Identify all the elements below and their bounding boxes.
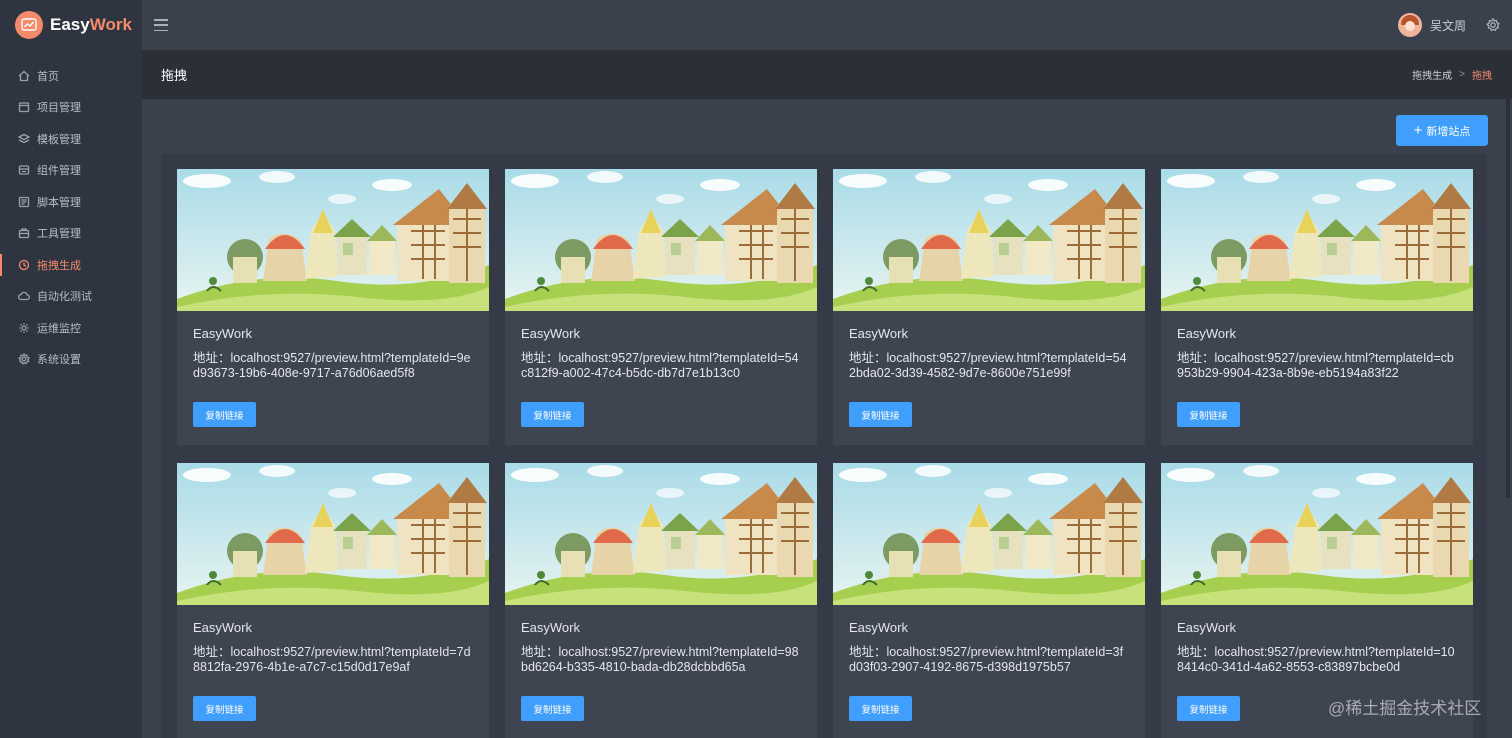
- sidebar-item-label: 模板管理: [37, 133, 81, 146]
- page-titlebar: 拖拽 拖拽生成 > 拖拽: [142, 50, 1512, 99]
- sidebar-item-label: 自动化测试: [37, 291, 92, 304]
- cartoon-houses-thumbnail: [505, 463, 817, 605]
- card-title: EasyWork: [849, 326, 908, 341]
- sidebar-item-ops-monitor[interactable]: 运维监控: [0, 312, 142, 344]
- card-body: EasyWork 地址：localhost:9527/preview.html?…: [833, 311, 1145, 427]
- card-title: EasyWork: [521, 326, 580, 341]
- copy-link-button[interactable]: 复制链接: [1177, 696, 1240, 721]
- sidebar-item-components[interactable]: 组件管理: [0, 155, 142, 187]
- card-title: EasyWork: [193, 620, 252, 635]
- settings-gear-icon[interactable]: [1486, 17, 1500, 32]
- sidebar-item-label: 运维监控: [37, 322, 81, 335]
- sidebar-item-scripts[interactable]: 脚本管理: [0, 186, 142, 218]
- card-body: EasyWork 地址：localhost:9527/preview.html?…: [505, 311, 817, 427]
- folder-icon: [18, 102, 30, 113]
- card-address: 地址：localhost:9527/preview.html?templateI…: [193, 351, 471, 380]
- plus-icon: +: [1413, 122, 1423, 139]
- home-icon: [18, 70, 30, 81]
- sidebar-item-drag-generate[interactable]: 拖拽生成: [0, 249, 142, 281]
- card-address: 地址：localhost:9527/preview.html?templateI…: [1177, 645, 1455, 674]
- copy-link-button[interactable]: 复制链接: [521, 402, 584, 427]
- sidebar-item-label: 系统设置: [37, 354, 81, 367]
- card-title: EasyWork: [1177, 326, 1236, 341]
- sidebar-item-tools[interactable]: 工具管理: [0, 218, 142, 250]
- card-address: 地址：localhost:9527/preview.html?templateI…: [849, 351, 1127, 380]
- menu-toggle-icon[interactable]: [154, 19, 168, 31]
- chart-logo-icon: [15, 11, 43, 39]
- cartoon-houses-thumbnail: [833, 169, 1145, 311]
- sidebar: EasyWork 首页 项目管理 模板管理 组件管理 脚本管理 工具管理 拖拽生…: [0, 0, 142, 738]
- copy-link-button[interactable]: 复制链接: [849, 696, 912, 721]
- card-address: 地址：localhost:9527/preview.html?templateI…: [193, 645, 471, 674]
- sidebar-item-projects[interactable]: 项目管理: [0, 92, 142, 124]
- top-header: 吴文周: [142, 0, 1512, 50]
- card-title: EasyWork: [849, 620, 908, 635]
- cartoon-houses-thumbnail: [177, 169, 489, 311]
- user-area: 吴文周: [1397, 0, 1500, 50]
- site-card: EasyWork 地址：localhost:9527/preview.html?…: [833, 169, 1145, 445]
- site-card: EasyWork 地址：localhost:9527/preview.html?…: [177, 169, 489, 445]
- toolbox-icon: [18, 228, 30, 239]
- add-site-label: 新增站点: [1426, 125, 1471, 138]
- card-address: 地址：localhost:9527/preview.html?templateI…: [521, 645, 799, 674]
- site-card-grid: EasyWork 地址：localhost:9527/preview.html?…: [161, 154, 1487, 738]
- site-card: EasyWork 地址：localhost:9527/preview.html?…: [505, 463, 817, 738]
- drag-icon: [18, 259, 30, 270]
- cartoon-houses-thumbnail: [833, 463, 1145, 605]
- site-card: EasyWork 地址：localhost:9527/preview.html?…: [1161, 169, 1473, 445]
- card-body: EasyWork 地址：localhost:9527/preview.html?…: [505, 605, 817, 721]
- card-address: 地址：localhost:9527/preview.html?templateI…: [521, 351, 799, 380]
- cartoon-houses-thumbnail: [177, 463, 489, 605]
- sidebar-item-label: 工具管理: [37, 228, 81, 241]
- sidebar-item-label: 项目管理: [37, 102, 81, 115]
- cartoon-houses-thumbnail: [1161, 169, 1473, 311]
- layers-icon: [18, 133, 30, 143]
- avatar[interactable]: [1397, 13, 1422, 37]
- username[interactable]: 吴文周: [1430, 17, 1466, 34]
- card-body: EasyWork 地址：localhost:9527/preview.html?…: [833, 605, 1145, 721]
- copy-link-button[interactable]: 复制链接: [193, 402, 256, 427]
- watermark: @稀土掘金技术社区: [1328, 699, 1482, 718]
- site-card: EasyWork 地址：localhost:9527/preview.html?…: [177, 463, 489, 738]
- add-site-button[interactable]: + 新增站点: [1396, 115, 1488, 146]
- card-title: EasyWork: [193, 326, 252, 341]
- card-body: EasyWork 地址：localhost:9527/preview.html?…: [177, 605, 489, 721]
- card-title: EasyWork: [1177, 620, 1236, 635]
- copy-link-button[interactable]: 复制链接: [1177, 402, 1240, 427]
- copy-link-button[interactable]: 复制链接: [849, 402, 912, 427]
- sidebar-item-templates[interactable]: 模板管理: [0, 123, 142, 155]
- page-title: 拖拽: [161, 68, 188, 83]
- card-address: 地址：localhost:9527/preview.html?templateI…: [1177, 351, 1454, 380]
- script-icon: [18, 196, 30, 207]
- card-title: EasyWork: [521, 620, 580, 635]
- component-icon: [18, 165, 30, 175]
- breadcrumb-separator: >: [1459, 69, 1465, 80]
- breadcrumb: 拖拽生成 > 拖拽: [1412, 67, 1492, 82]
- page-scrollbar[interactable]: [1506, 98, 1510, 498]
- brand[interactable]: EasyWork: [0, 0, 142, 50]
- cartoon-houses-thumbnail: [505, 169, 817, 311]
- monitor-icon: [19, 322, 29, 333]
- sidebar-item-system-settings[interactable]: 系统设置: [0, 344, 142, 376]
- cloud-icon: [18, 292, 30, 301]
- sidebar-item-home[interactable]: 首页: [0, 60, 142, 92]
- card-body: EasyWork 地址：localhost:9527/preview.html?…: [1161, 311, 1473, 427]
- brand-name: EasyWork: [50, 15, 132, 34]
- cartoon-houses-thumbnail: [1161, 463, 1473, 605]
- card-body: EasyWork 地址：localhost:9527/preview.html?…: [177, 311, 489, 427]
- sidebar-item-label: 脚本管理: [37, 196, 81, 209]
- breadcrumb-current: 拖拽: [1472, 71, 1492, 82]
- card-address: 地址：localhost:9527/preview.html?templateI…: [849, 645, 1124, 674]
- site-card: EasyWork 地址：localhost:9527/preview.html?…: [833, 463, 1145, 738]
- breadcrumb-parent[interactable]: 拖拽生成: [1412, 67, 1452, 82]
- sidebar-item-label: 拖拽生成: [37, 259, 81, 272]
- sidebar-menu: 首页 项目管理 模板管理 组件管理 脚本管理 工具管理 拖拽生成 自动化测试 运…: [0, 60, 142, 375]
- sidebar-item-automation-test[interactable]: 自动化测试: [0, 281, 142, 313]
- copy-link-button[interactable]: 复制链接: [521, 696, 584, 721]
- gear-icon: [18, 353, 30, 365]
- sidebar-item-label: 首页: [37, 70, 59, 83]
- copy-link-button[interactable]: 复制链接: [193, 696, 256, 721]
- sidebar-item-label: 组件管理: [37, 165, 81, 178]
- site-card: EasyWork 地址：localhost:9527/preview.html?…: [505, 169, 817, 445]
